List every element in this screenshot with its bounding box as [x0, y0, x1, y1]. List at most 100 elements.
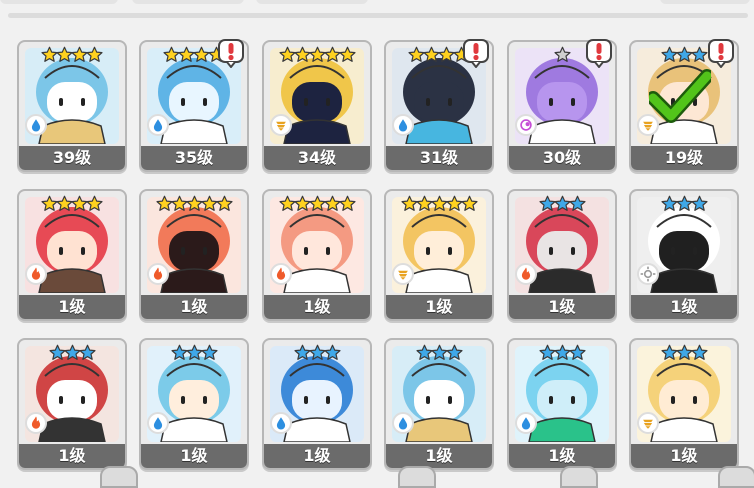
hero-card[interactable]: 1级 — [384, 189, 494, 321]
hero-level-label: 34级 — [264, 146, 370, 170]
hero-level-label: 1级 — [141, 444, 247, 468]
star-icon — [308, 46, 326, 67]
star-icon — [323, 195, 341, 216]
hero-level-label: 1级 — [264, 444, 370, 468]
water-element-icon — [392, 114, 414, 136]
star-icon — [553, 344, 571, 365]
hero-card[interactable]: 30级 — [507, 38, 617, 172]
hero-level-label: 1级 — [631, 444, 737, 468]
star-icon — [71, 46, 88, 67]
footer-tab-1[interactable] — [100, 466, 138, 488]
fire-element-icon — [515, 263, 537, 285]
star-icon — [675, 344, 693, 365]
checkmark-icon — [646, 68, 714, 124]
star-icon — [538, 195, 556, 216]
footer-tab-3[interactable] — [560, 466, 598, 488]
star-rating — [386, 195, 492, 217]
hero-card[interactable]: 31级 — [384, 39, 494, 172]
hero-card[interactable]: 1级 — [139, 338, 249, 470]
water-element-icon — [25, 114, 47, 136]
star-icon — [323, 46, 341, 67]
star-icon — [415, 344, 433, 365]
fire-element-icon — [270, 263, 292, 285]
fire-element-icon — [25, 263, 47, 285]
earth-element-icon — [270, 114, 292, 136]
star-icon — [538, 344, 556, 365]
star-icon — [308, 344, 326, 365]
star-icon — [445, 344, 463, 365]
star-icon — [338, 46, 356, 67]
star-rating — [509, 344, 615, 366]
star-icon — [278, 195, 296, 216]
star-icon — [178, 46, 195, 67]
hero-level-label: 1级 — [509, 295, 615, 319]
star-icon — [400, 195, 418, 216]
hero-level-label: 19级 — [631, 146, 737, 170]
star-icon — [86, 46, 103, 67]
star-icon — [415, 195, 433, 216]
star-rating — [141, 195, 247, 217]
star-icon — [408, 46, 425, 67]
hero-card[interactable]: 1级 — [139, 189, 249, 321]
star-icon — [41, 46, 58, 67]
hero-card[interactable]: 1级 — [262, 189, 372, 321]
water-element-icon — [515, 412, 537, 434]
star-rating — [631, 195, 737, 217]
star-rating — [264, 46, 370, 68]
star-icon — [660, 195, 678, 216]
star-icon — [568, 344, 586, 365]
hero-level-label: 35级 — [141, 146, 247, 170]
star-rating — [264, 195, 370, 217]
arcane-element-icon — [515, 114, 537, 136]
hero-card[interactable]: 35级 — [139, 38, 249, 172]
footer-tab-2[interactable] — [398, 466, 436, 488]
star-icon — [163, 46, 180, 67]
star-icon — [200, 344, 218, 365]
star-icon — [200, 195, 218, 216]
star-icon — [278, 46, 296, 67]
hero-grid: 39级 35级 34级 31级 30级 19级 1级 1级 1级 1级 1级 1级 1级 1级 1级 1级 1级… — [0, 0, 754, 482]
star-icon — [71, 195, 88, 216]
hero-card[interactable]: 1级 — [17, 189, 127, 321]
star-rating — [141, 344, 247, 366]
alert-icon — [585, 38, 613, 68]
hero-level-label: 1级 — [19, 295, 125, 319]
star-icon — [155, 195, 173, 216]
star-icon — [185, 344, 203, 365]
star-icon — [430, 195, 448, 216]
alert-icon — [217, 38, 245, 68]
fire-element-icon — [25, 412, 47, 434]
footer-tab-4[interactable] — [718, 466, 754, 488]
hero-card[interactable]: 19级 — [629, 39, 739, 172]
star-icon — [438, 46, 455, 67]
hero-card[interactable]: 39级 — [17, 40, 127, 172]
star-icon — [423, 46, 440, 67]
star-icon — [78, 344, 96, 365]
star-icon — [48, 344, 66, 365]
hero-card[interactable]: 1级 — [384, 338, 494, 470]
hero-card[interactable]: 1级 — [629, 338, 739, 470]
star-icon — [553, 46, 571, 67]
hero-level-label: 1级 — [386, 444, 492, 468]
star-icon — [193, 46, 210, 67]
hero-level-label: 1级 — [509, 444, 615, 468]
star-icon — [553, 195, 571, 216]
star-rating — [19, 195, 125, 217]
hero-card[interactable]: 1级 — [507, 189, 617, 321]
hero-level-label: 1级 — [141, 295, 247, 319]
hero-level-label: 1级 — [631, 295, 737, 319]
star-icon — [185, 195, 203, 216]
hero-card[interactable]: 34级 — [262, 40, 372, 172]
star-icon — [41, 195, 58, 216]
star-icon — [308, 195, 326, 216]
star-icon — [170, 344, 188, 365]
star-icon — [675, 46, 693, 67]
earth-element-icon — [392, 263, 414, 285]
star-icon — [56, 46, 73, 67]
star-icon — [430, 344, 448, 365]
hero-card[interactable]: 1级 — [17, 338, 127, 470]
hero-card[interactable]: 1级 — [629, 189, 739, 321]
hero-card[interactable]: 1级 — [262, 338, 372, 470]
water-element-icon — [147, 114, 169, 136]
hero-card[interactable]: 1级 — [507, 338, 617, 470]
